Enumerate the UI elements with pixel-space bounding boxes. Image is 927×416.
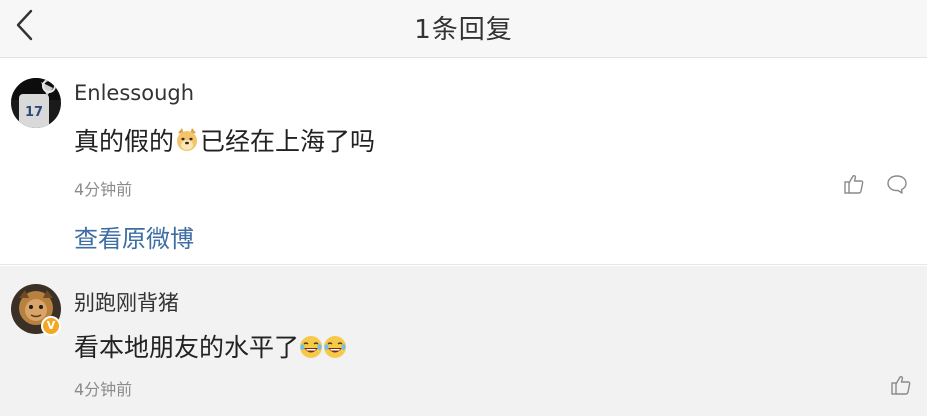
verified-badge: V [41, 316, 61, 336]
laugh-cry-emoji-icon [300, 336, 323, 358]
page-title: 1条回复 [414, 15, 513, 45]
top-bar: 1条回复 [0, 0, 927, 58]
thumbs-up-icon [891, 375, 911, 395]
reply-timestamp: 4分钟前 [74, 380, 133, 399]
comment-timestamp: 4分钟前 [74, 180, 133, 199]
doge-emoji-icon [177, 128, 198, 151]
reply-button[interactable] [886, 173, 908, 195]
reply-text: 看本地朋友的水平了 [74, 328, 347, 364]
reply-like-button[interactable] [890, 374, 912, 396]
comment-text-part-1: 真的假的 [74, 127, 175, 156]
laugh-cry-emoji-icon [324, 336, 347, 358]
main-comment: 17 Enlessough 真的假的 已经在上海了吗 4分钟前 查看原微博 [0, 59, 927, 265]
reply-text-part: 看本地朋友的水平了 [74, 333, 300, 362]
comment-text: 真的假的 已经在上海了吗 [74, 122, 375, 158]
reply-username[interactable]: 别跑刚背猪 [74, 287, 179, 317]
svg-text:17: 17 [25, 105, 43, 120]
speech-bubble-icon [887, 175, 907, 194]
reply-item: V 别跑刚背猪 看本地朋友的水平了 4分钟前 [0, 266, 927, 416]
thumbs-up-icon [844, 174, 864, 194]
avatar[interactable]: 17 [11, 78, 61, 128]
comment-username[interactable]: Enlessough [74, 81, 194, 105]
view-original-weibo-link[interactable]: 查看原微博 [74, 219, 194, 254]
comment-text-part-2: 已经在上海了吗 [200, 127, 376, 156]
like-button[interactable] [843, 173, 865, 195]
